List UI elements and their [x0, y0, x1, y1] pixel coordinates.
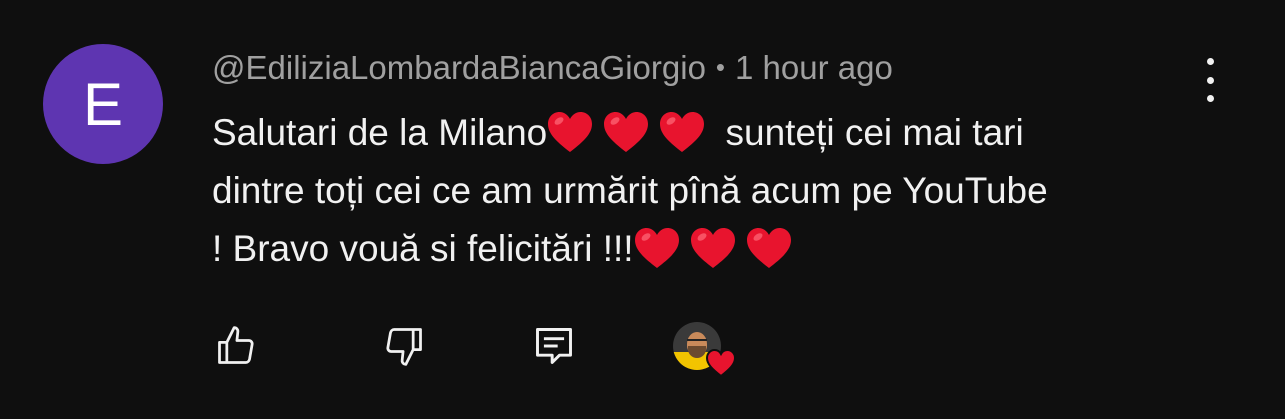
heart-emoji-icon — [603, 111, 649, 153]
heart-emoji-icon — [547, 111, 593, 153]
comment-text: Salutari de la Milano sunteți cei mai ta… — [212, 104, 1212, 278]
reply-comment-icon — [536, 328, 572, 364]
comment-text-part-1: Salutari de la Milano — [212, 112, 548, 153]
creator-avatar-glasses — [687, 339, 707, 346]
thumbs-down-icon — [386, 328, 422, 366]
heart-emoji-icon — [634, 227, 680, 269]
meta-separator: • — [715, 52, 726, 82]
creator-heart-icon — [705, 348, 737, 378]
thumbs-up-icon — [218, 326, 254, 364]
avatar-letter: E — [82, 70, 124, 138]
heart-emoji-icon — [746, 227, 792, 269]
author-avatar[interactable]: E — [43, 44, 163, 164]
dislike-button[interactable] — [382, 324, 426, 368]
heart-emoji-icon — [659, 111, 705, 153]
more-dot-icon — [1206, 58, 1214, 65]
more-actions-button[interactable] — [1195, 58, 1225, 102]
more-dot-icon — [1206, 76, 1214, 84]
reply-button[interactable] — [532, 324, 576, 368]
heart-emoji-icon — [690, 227, 736, 269]
like-button[interactable] — [214, 324, 258, 368]
comment-meta: @EdiliziaLombardaBiancaGiorgio • 1 hour ag… — [212, 48, 893, 90]
author-handle[interactable]: @EdiliziaLombardaBiancaGiorgio — [212, 49, 706, 86]
more-dot-icon — [1206, 95, 1214, 102]
comment-timestamp[interactable]: 1 hour ago — [735, 49, 893, 86]
creator-heart-badge — [673, 322, 737, 378]
